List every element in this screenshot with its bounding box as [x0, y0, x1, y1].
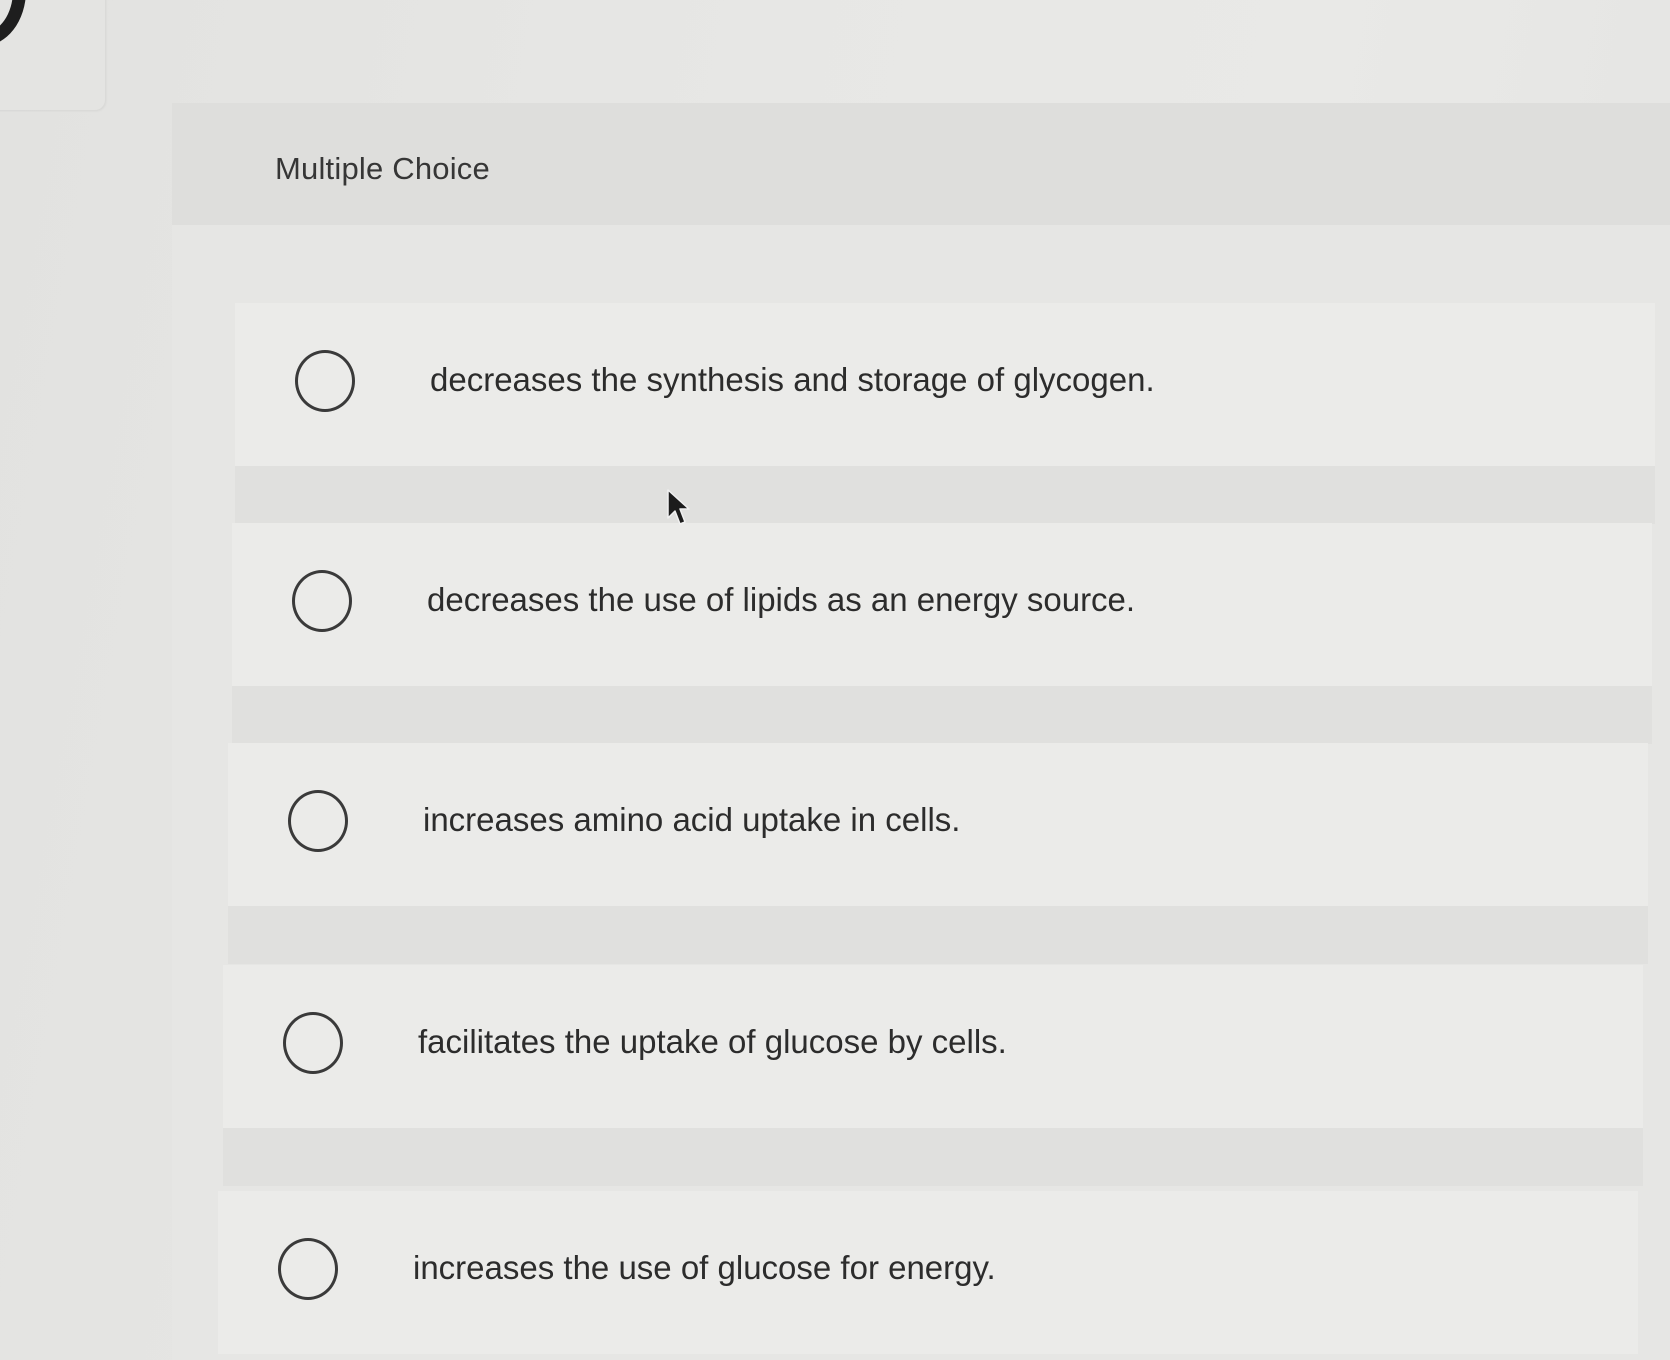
answer-option-4[interactable]: facilitates the uptake of glucose by cel…	[223, 965, 1643, 1186]
radio-button-icon[interactable]	[278, 1238, 338, 1300]
radio-button-icon[interactable]	[295, 350, 355, 412]
answer-option-label: increases amino acid uptake in cells.	[423, 801, 961, 838]
question-card: Multiple Choice decreases the synthesis …	[172, 103, 1670, 1360]
radio-button-icon[interactable]	[283, 1012, 343, 1074]
corner-badge	[0, 0, 105, 110]
radio-button-icon[interactable]	[292, 570, 352, 632]
answer-option-2[interactable]: decreases the use of lipids as an energy…	[232, 523, 1652, 744]
question-number-icon	[0, 0, 26, 46]
question-header: Multiple Choice	[172, 103, 1670, 225]
mouse-pointer-icon	[667, 489, 690, 525]
answer-option-label: decreases the synthesis and storage of g…	[430, 361, 1155, 398]
answer-option-label: increases the use of glucose for energy.	[413, 1249, 996, 1286]
radio-button-icon[interactable]	[288, 790, 348, 852]
answer-option-1[interactable]: decreases the synthesis and storage of g…	[235, 303, 1655, 524]
answer-option-label: facilitates the uptake of glucose by cel…	[418, 1023, 1007, 1060]
question-type-label: Multiple Choice	[275, 151, 490, 186]
answer-option-label: decreases the use of lipids as an energy…	[427, 581, 1136, 618]
answer-option-5[interactable]: increases the use of glucose for energy.	[218, 1191, 1638, 1354]
answer-option-3[interactable]: increases amino acid uptake in cells.	[228, 743, 1648, 964]
